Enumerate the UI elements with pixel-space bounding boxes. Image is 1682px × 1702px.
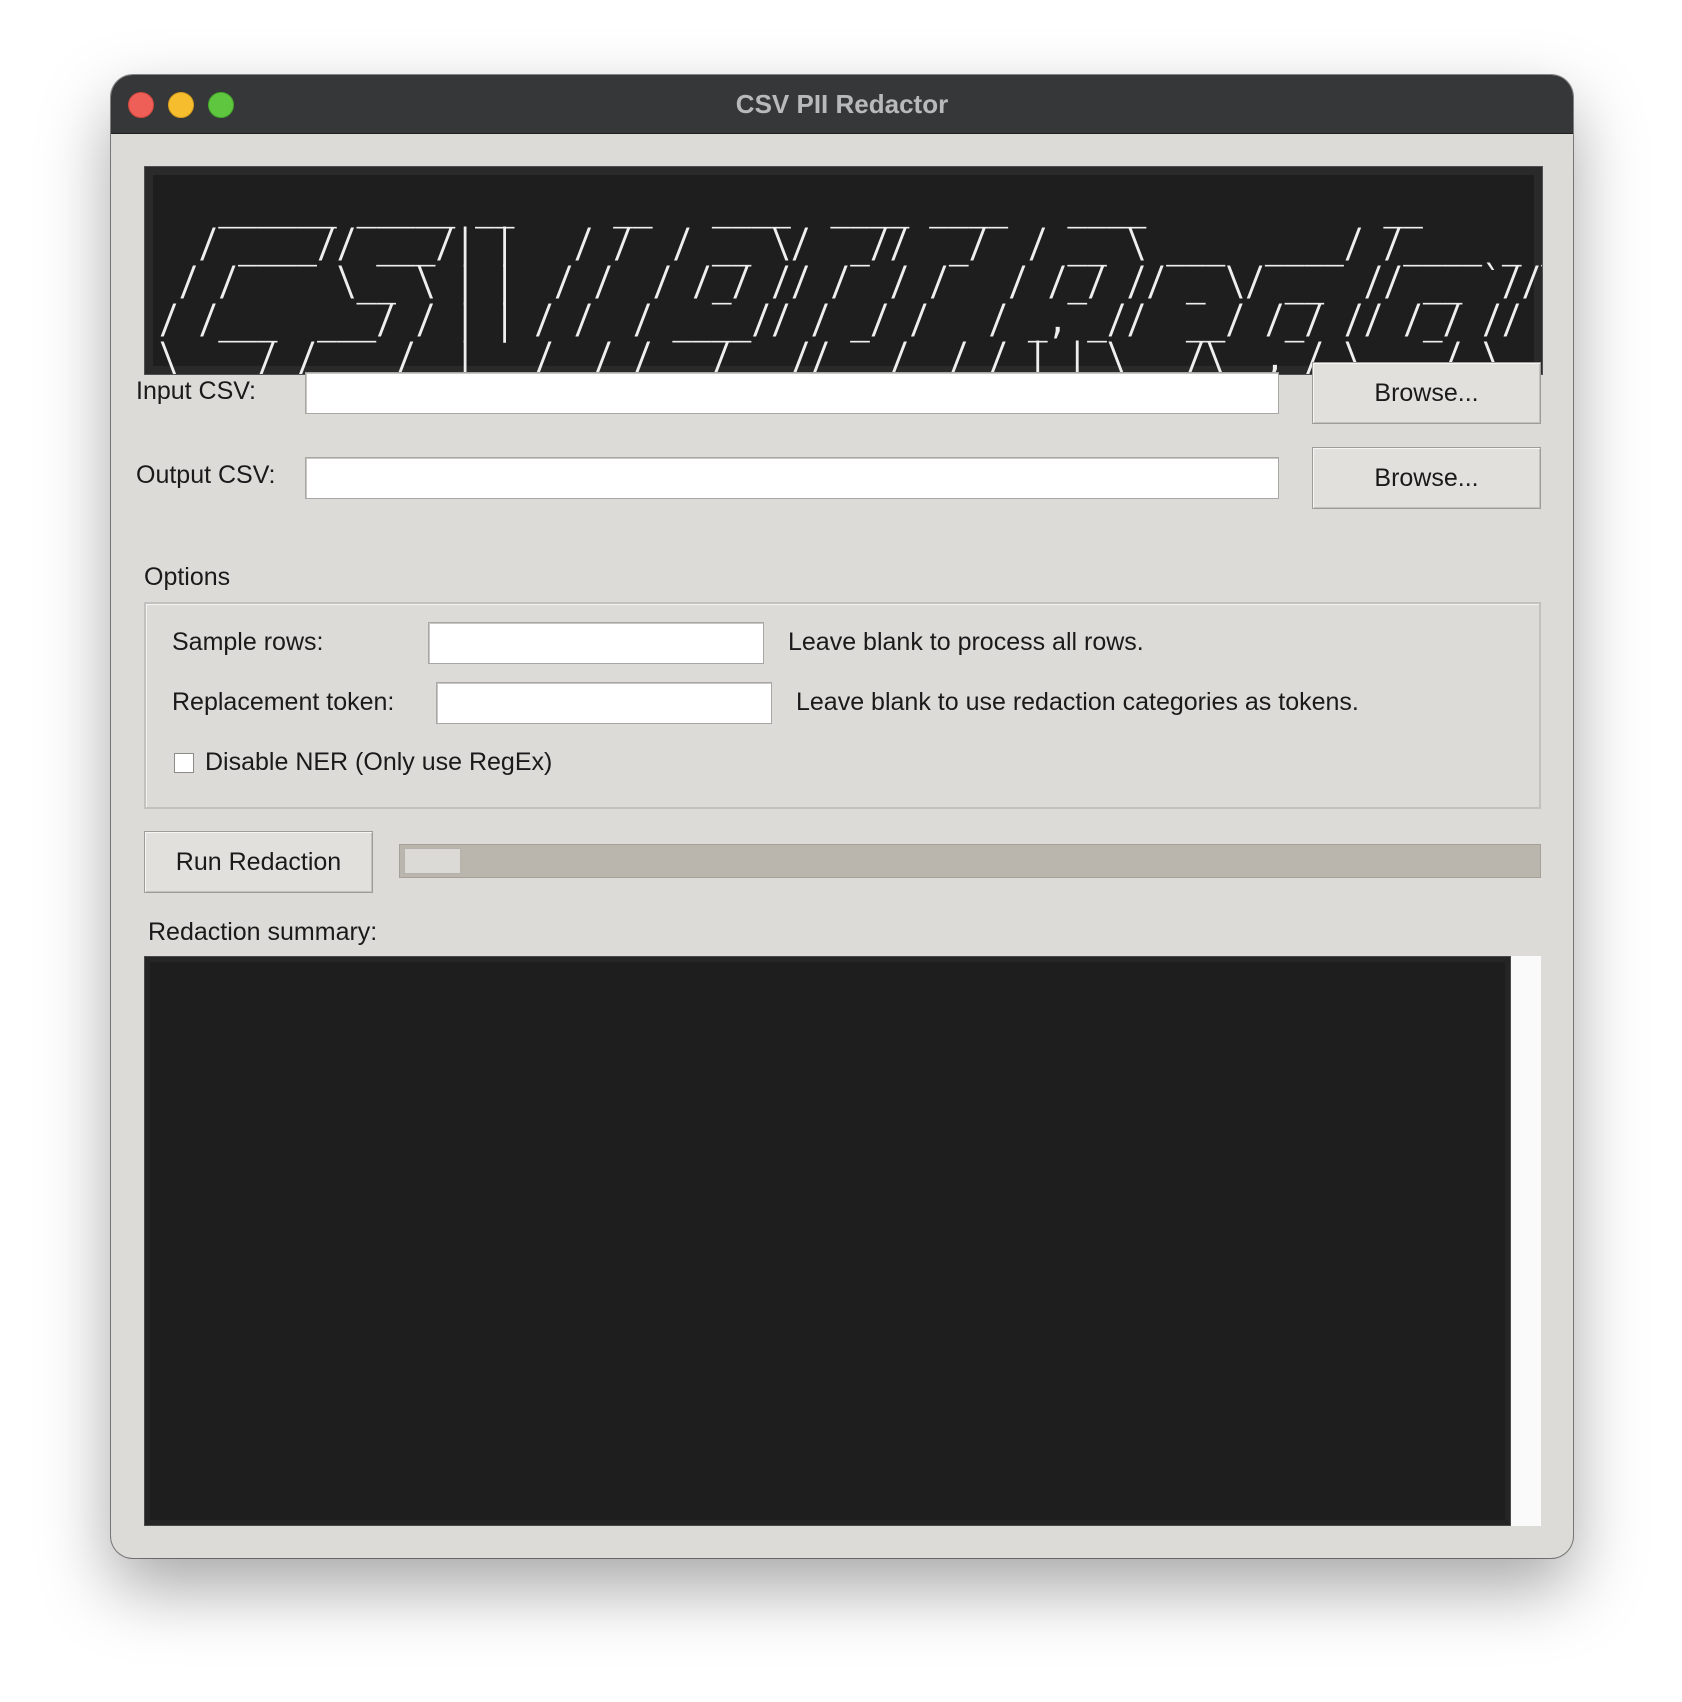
redaction-summary-console[interactable]: [144, 956, 1511, 1526]
disable-ner-checkbox[interactable]: [174, 753, 194, 773]
sample-rows-field[interactable]: [428, 622, 764, 664]
banner-ascii-text: ______ _____ __ __ ____ ____ ____ ____ _…: [159, 183, 1542, 375]
summary-scrollbar[interactable]: [1511, 956, 1541, 1526]
output-browse-button[interactable]: Browse...: [1312, 447, 1541, 509]
disable-ner-label[interactable]: Disable NER (Only use RegEx): [205, 748, 552, 777]
replacement-token-label: Replacement token:: [172, 688, 395, 716]
desktop: CSV PII Redactor ______ _____ __ __ ____…: [0, 0, 1682, 1702]
progress-bar-fill: [404, 848, 461, 874]
window-title: CSV PII Redactor: [735, 89, 949, 119]
sample-rows-label: Sample rows:: [172, 628, 324, 656]
output-csv-field[interactable]: [305, 457, 1279, 499]
ascii-art-banner: ______ _____ __ __ ____ ____ ____ ____ _…: [144, 166, 1543, 375]
options-title: Options: [144, 563, 231, 591]
replacement-token-hint: Leave blank to use redaction categories …: [796, 688, 1359, 716]
replacement-token-field[interactable]: [436, 682, 772, 724]
output-csv-label: Output CSV:: [136, 461, 276, 489]
sample-rows-hint: Leave blank to process all rows.: [788, 628, 1144, 656]
run-redaction-button[interactable]: Run Redaction: [144, 831, 373, 893]
input-csv-label: Input CSV:: [136, 377, 256, 405]
title-bar[interactable]: CSV PII Redactor: [111, 75, 1573, 134]
input-csv-field[interactable]: [305, 372, 1279, 414]
progress-bar: [399, 844, 1541, 878]
app-window: CSV PII Redactor ______ _____ __ __ ____…: [111, 75, 1573, 1558]
input-browse-button[interactable]: Browse...: [1312, 362, 1541, 424]
redaction-summary-label: Redaction summary:: [148, 918, 378, 946]
